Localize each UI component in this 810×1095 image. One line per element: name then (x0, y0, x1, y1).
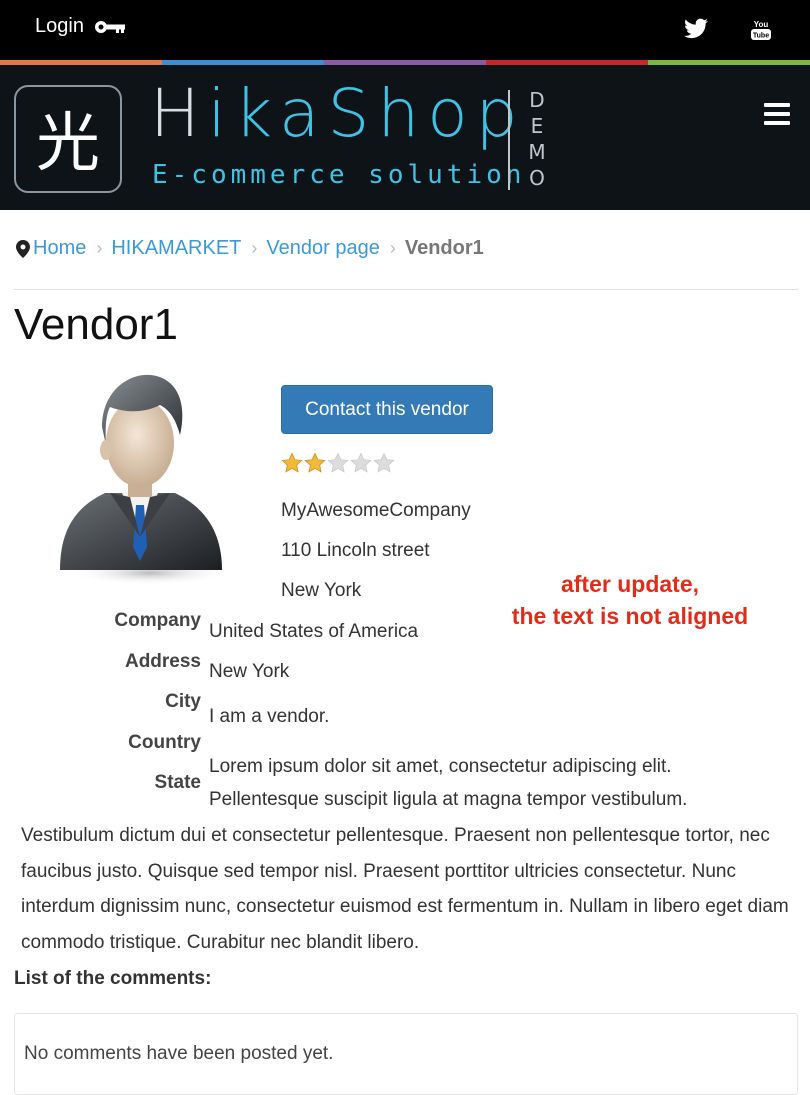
login-label: Login (35, 15, 84, 37)
page-title: Vendor1 (14, 300, 178, 349)
contact-vendor-button[interactable]: Contact this vendor (281, 385, 493, 434)
vendor-description-line2: Pellentesque suscipit ligula at magna te… (209, 789, 688, 810)
comments-title: List of the comments: (14, 968, 212, 989)
vendor-intro: I am a vendor. (209, 706, 330, 727)
map-marker-icon (16, 239, 30, 258)
breadcrumb: Home › HIKAMARKET › Vendor page › Vendor… (16, 237, 484, 260)
vendor-city: New York (281, 580, 362, 601)
vendor-description: Vestibulum dictum dui et consectetur pel… (21, 825, 789, 953)
star-empty-icon[interactable] (350, 452, 372, 474)
header-divider (508, 90, 510, 190)
breadcrumb-hikamarket[interactable]: HIKAMARKET (111, 237, 241, 260)
chevron-right-icon: › (96, 238, 103, 258)
youtube-you-text: You (754, 20, 769, 29)
annotation-line1: after update, (560, 571, 700, 597)
demo-letter: E (530, 114, 544, 138)
login-link[interactable]: Login (35, 15, 126, 38)
vendor-rating[interactable] (281, 452, 395, 474)
vendor-state: New York (209, 661, 290, 682)
brand-prefix: H (150, 75, 208, 152)
no-comments-message: No comments have been posted yet. (24, 1043, 334, 1064)
brand-tagline: E-commerce solution (152, 160, 526, 190)
breadcrumb-divider (14, 289, 798, 290)
vendor-country: United States of America (209, 621, 419, 642)
annotation-note: after update, the text is not aligned (490, 568, 770, 632)
youtube-tube-text: Tube (753, 33, 769, 40)
star-filled-icon[interactable] (304, 452, 326, 474)
star-empty-icon[interactable] (327, 452, 349, 474)
label-country: Country (128, 732, 201, 753)
star-empty-icon[interactable] (373, 452, 395, 474)
vendor-street: 110 Lincoln street (281, 540, 430, 561)
demo-letter: M (528, 140, 546, 164)
breadcrumb-home[interactable]: Home (33, 237, 86, 260)
star-filled-icon[interactable] (281, 452, 303, 474)
site-logo[interactable]: 光 (14, 85, 122, 193)
logo-mark-icon: 光 (36, 107, 100, 181)
chevron-right-icon: › (251, 238, 258, 258)
demo-label: DEMO (524, 87, 550, 191)
site-header: 光 HikaShop E-commerce solution DEMO (0, 65, 810, 210)
breadcrumb-vendor-page[interactable]: Vendor page (266, 237, 379, 260)
vendor-description-line1: Lorem ipsum dolor sit amet, consectetur … (209, 756, 672, 777)
hamburger-icon[interactable] (764, 103, 790, 125)
brand-rest: ikaShop (207, 75, 526, 152)
label-city: City (165, 691, 201, 712)
demo-letter: D (529, 88, 545, 112)
logo-glyph: 光 (36, 107, 100, 181)
twitter-icon[interactable] (682, 16, 710, 42)
youtube-icon[interactable]: You Tube (749, 18, 773, 42)
top-bar: Login You Tube (0, 0, 810, 60)
annotation-line2: the text is not aligned (511, 603, 749, 629)
vendor-avatar (60, 374, 230, 585)
key-icon (94, 20, 125, 33)
comments-box: No comments have been posted yet. (14, 1013, 798, 1095)
label-state: State (154, 772, 201, 793)
chevron-right-icon: › (389, 238, 396, 258)
demo-letter: O (529, 166, 545, 190)
brand-name: HikaShop (150, 81, 525, 147)
breadcrumb-current: Vendor1 (404, 237, 484, 259)
vendor-company: MyAwesomeCompany (281, 500, 471, 521)
label-address: Address (124, 651, 201, 672)
label-company: Company (114, 610, 201, 631)
